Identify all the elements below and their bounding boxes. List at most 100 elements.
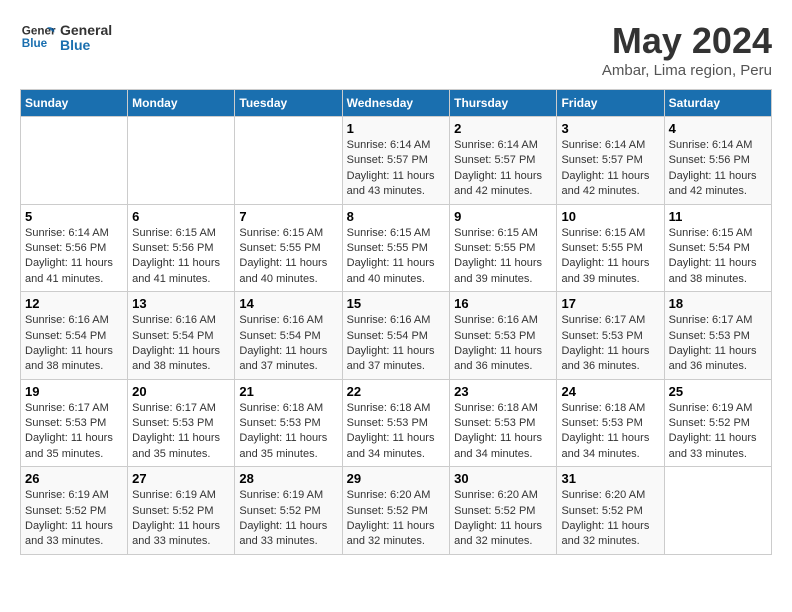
calendar-cell: 14 Sunrise: 6:16 AMSunset: 5:54 PMDayligh…: [235, 292, 342, 380]
calendar-cell: 25Sunrise: 6:19 AMSunset: 5:52 PMDayligh…: [664, 379, 771, 467]
day-number: 14: [239, 296, 337, 311]
calendar-table: SundayMondayTuesdayWednesdayThursdayFrid…: [20, 89, 772, 555]
calendar-cell: 22Sunrise: 6:18 AMSunset: 5:53 PMDayligh…: [342, 379, 450, 467]
day-number: 23: [454, 384, 552, 399]
cell-content: Sunrise: 6:16 AMSunset: 5:54 PMDaylight:…: [239, 313, 337, 375]
day-number: 4: [669, 121, 767, 136]
calendar-cell: 9 Sunrise: 6:15 AMSunset: 5:55 PMDaylight…: [450, 204, 557, 292]
day-number: 21: [239, 384, 337, 399]
calendar-cell: 6Sunrise: 6:15 AMSunset: 5:56 PMDaylight…: [128, 204, 235, 292]
cell-content: Sunrise: 6:17 AMSunset: 5:53 PMDaylight:…: [669, 313, 767, 375]
day-number: 3: [561, 121, 659, 136]
calendar-cell: 23 Sunrise: 6:18 AMSunset: 5:53 PMDayligh…: [450, 379, 557, 467]
logo-line2: Blue: [60, 38, 112, 53]
logo-line1: General: [60, 23, 112, 38]
cell-content: Sunrise: 6:19 AMSunset: 5:52 PMDaylight:…: [132, 488, 230, 550]
title-area: May 2024 Ambar, Lima region, Peru: [602, 20, 772, 79]
day-number: 20: [132, 384, 230, 399]
day-number: 17: [561, 296, 659, 311]
logo: General Blue General Blue: [20, 20, 112, 56]
day-number: 28: [239, 471, 337, 486]
week-row-4: 19Sunrise: 6:17 AMSunset: 5:53 PMDayligh…: [21, 379, 772, 467]
cell-content: Sunrise: 6:20 AMSunset: 5:52 PMDaylight:…: [347, 488, 446, 550]
logo-icon: General Blue: [20, 20, 56, 56]
cell-content: Sunrise: 6:19 AMSunset: 5:52 PMDaylight:…: [239, 488, 337, 550]
cell-content: Sunrise: 6:18 AMSunset: 5:53 PMDaylight:…: [561, 401, 659, 463]
calendar-cell: 28 Sunrise: 6:19 AMSunset: 5:52 PMDayligh…: [235, 467, 342, 555]
calendar-cell: 1 Sunrise: 6:14 AMSunset: 5:57 PMDaylight…: [342, 117, 450, 205]
cell-content: Sunrise: 6:14 AMSunset: 5:57 PMDaylight:…: [347, 138, 446, 200]
day-number: 29: [347, 471, 446, 486]
day-number: 11: [669, 209, 767, 224]
header-cell-thursday: Thursday: [450, 90, 557, 117]
cell-content: Sunrise: 6:16 AMSunset: 5:54 PMDaylight:…: [347, 313, 446, 375]
header-cell-tuesday: Tuesday: [235, 90, 342, 117]
day-number: 9: [454, 209, 552, 224]
cell-content: Sunrise: 6:14 AMSunset: 5:56 PMDaylight:…: [25, 226, 123, 288]
day-number: 5: [25, 209, 123, 224]
header-cell-saturday: Saturday: [664, 90, 771, 117]
cell-content: Sunrise: 6:15 AMSunset: 5:55 PMDaylight:…: [347, 226, 446, 288]
week-row-1: 1 Sunrise: 6:14 AMSunset: 5:57 PMDaylight…: [21, 117, 772, 205]
cell-content: Sunrise: 6:16 AMSunset: 5:54 PMDaylight:…: [25, 313, 123, 375]
cell-content: Sunrise: 6:19 AMSunset: 5:52 PMDaylight:…: [669, 401, 767, 463]
calendar-cell: 30Sunrise: 6:20 AMSunset: 5:52 PMDayligh…: [450, 467, 557, 555]
calendar-cell: 5 Sunrise: 6:14 AMSunset: 5:56 PMDaylight…: [21, 204, 128, 292]
calendar-cell: 12 Sunrise: 6:16 AMSunset: 5:54 PMDayligh…: [21, 292, 128, 380]
cell-content: Sunrise: 6:17 AMSunset: 5:53 PMDaylight:…: [132, 401, 230, 463]
day-number: 15: [347, 296, 446, 311]
day-number: 13: [132, 296, 230, 311]
subtitle: Ambar, Lima region, Peru: [602, 62, 772, 79]
header-cell-friday: Friday: [557, 90, 664, 117]
cell-content: Sunrise: 6:17 AMSunset: 5:53 PMDaylight:…: [561, 313, 659, 375]
day-number: 22: [347, 384, 446, 399]
week-row-3: 12 Sunrise: 6:16 AMSunset: 5:54 PMDayligh…: [21, 292, 772, 380]
day-number: 1: [347, 121, 446, 136]
cell-content: Sunrise: 6:18 AMSunset: 5:53 PMDaylight:…: [454, 401, 552, 463]
calendar-cell: 18 Sunrise: 6:17 AMSunset: 5:53 PMDayligh…: [664, 292, 771, 380]
cell-content: Sunrise: 6:14 AMSunset: 5:57 PMDaylight:…: [561, 138, 659, 200]
day-number: 6: [132, 209, 230, 224]
week-row-5: 26 Sunrise: 6:19 AMSunset: 5:52 PMDayligh…: [21, 467, 772, 555]
svg-text:General: General: [22, 24, 56, 37]
calendar-cell: 17 Sunrise: 6:17 AMSunset: 5:53 PMDayligh…: [557, 292, 664, 380]
cell-content: Sunrise: 6:17 AMSunset: 5:53 PMDaylight:…: [25, 401, 123, 463]
header-cell-wednesday: Wednesday: [342, 90, 450, 117]
calendar-cell: 8Sunrise: 6:15 AMSunset: 5:55 PMDaylight…: [342, 204, 450, 292]
calendar-cell: 3 Sunrise: 6:14 AMSunset: 5:57 PMDaylight…: [557, 117, 664, 205]
calendar-cell: 10Sunrise: 6:15 AMSunset: 5:55 PMDayligh…: [557, 204, 664, 292]
week-row-2: 5 Sunrise: 6:14 AMSunset: 5:56 PMDaylight…: [21, 204, 772, 292]
calendar-cell: 27 Sunrise: 6:19 AMSunset: 5:52 PMDayligh…: [128, 467, 235, 555]
header-row: SundayMondayTuesdayWednesdayThursdayFrid…: [21, 90, 772, 117]
day-number: 27: [132, 471, 230, 486]
calendar-cell: 29 Sunrise: 6:20 AMSunset: 5:52 PMDayligh…: [342, 467, 450, 555]
calendar-cell: 16 Sunrise: 6:16 AMSunset: 5:53 PMDayligh…: [450, 292, 557, 380]
cell-content: Sunrise: 6:15 AMSunset: 5:54 PMDaylight:…: [669, 226, 767, 288]
day-number: 18: [669, 296, 767, 311]
cell-content: Sunrise: 6:18 AMSunset: 5:53 PMDaylight:…: [239, 401, 337, 463]
day-number: 26: [25, 471, 123, 486]
main-title: May 2024: [602, 20, 772, 62]
day-number: 2: [454, 121, 552, 136]
day-number: 12: [25, 296, 123, 311]
cell-content: Sunrise: 6:15 AMSunset: 5:55 PMDaylight:…: [561, 226, 659, 288]
day-number: 31: [561, 471, 659, 486]
calendar-cell: 21 Sunrise: 6:18 AMSunset: 5:53 PMDayligh…: [235, 379, 342, 467]
cell-content: Sunrise: 6:16 AMSunset: 5:54 PMDaylight:…: [132, 313, 230, 375]
header: General Blue General Blue May 2024 Ambar…: [20, 20, 772, 79]
day-number: 7: [239, 209, 337, 224]
calendar-cell: [664, 467, 771, 555]
cell-content: Sunrise: 6:15 AMSunset: 5:55 PMDaylight:…: [454, 226, 552, 288]
svg-text:Blue: Blue: [22, 37, 48, 50]
calendar-cell: 26Sunrise: 6:19 AMSunset: 5:52 PMDayligh…: [21, 467, 128, 555]
calendar-cell: 4Sunrise: 6:14 AMSunset: 5:56 PMDaylight…: [664, 117, 771, 205]
cell-content: Sunrise: 6:16 AMSunset: 5:53 PMDaylight:…: [454, 313, 552, 375]
calendar-cell: 11 Sunrise: 6:15 AMSunset: 5:54 PMDayligh…: [664, 204, 771, 292]
day-number: 16: [454, 296, 552, 311]
calendar-cell: 15 Sunrise: 6:16 AMSunset: 5:54 PMDayligh…: [342, 292, 450, 380]
header-cell-sunday: Sunday: [21, 90, 128, 117]
calendar-cell: 13 Sunrise: 6:16 AMSunset: 5:54 PMDayligh…: [128, 292, 235, 380]
calendar-cell: [21, 117, 128, 205]
calendar-cell: 20 Sunrise: 6:17 AMSunset: 5:53 PMDayligh…: [128, 379, 235, 467]
calendar-cell: 19Sunrise: 6:17 AMSunset: 5:53 PMDayligh…: [21, 379, 128, 467]
